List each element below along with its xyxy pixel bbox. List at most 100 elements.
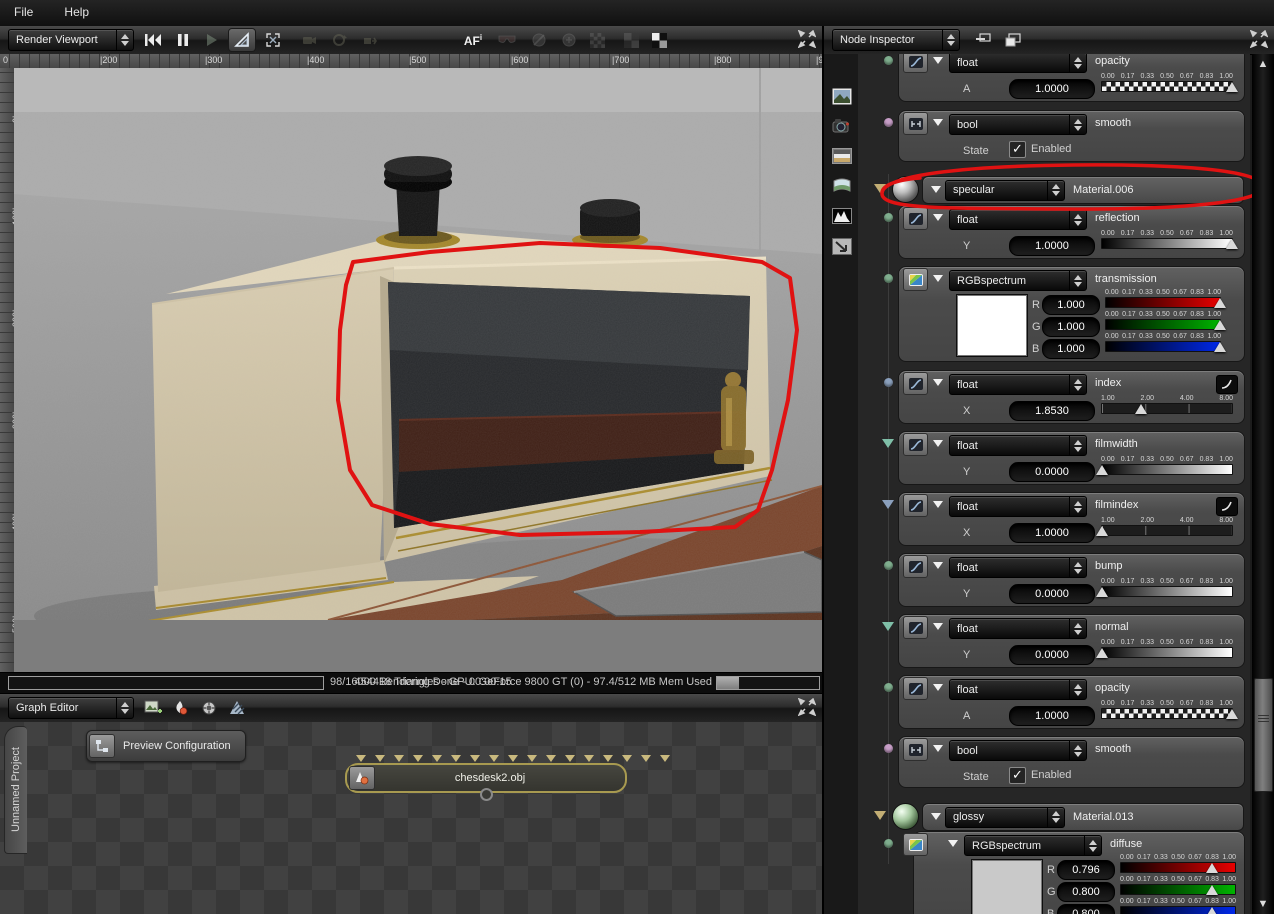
slider-handle[interactable] <box>1135 404 1147 414</box>
render-image-icon[interactable] <box>831 86 853 106</box>
collapse-arrow-icon[interactable] <box>933 214 943 221</box>
dropdown-spinner[interactable] <box>1069 271 1086 290</box>
autofocus-button[interactable]: AFi <box>460 29 486 51</box>
split-compare-icon[interactable] <box>646 29 672 51</box>
collapse-arrow-icon[interactable] <box>931 813 941 820</box>
connection-dot[interactable] <box>884 683 893 692</box>
slider-bar[interactable] <box>1105 297 1226 308</box>
collapse-triangle[interactable] <box>882 500 894 509</box>
focus-pick-icon[interactable] <box>526 29 552 51</box>
slider-bar[interactable] <box>1101 81 1238 92</box>
render-viewport-canvas[interactable] <box>14 68 822 672</box>
connection-dot[interactable] <box>884 56 893 65</box>
camera-move-icon[interactable] <box>296 29 322 51</box>
collapse-windows-icon[interactable] <box>970 29 996 51</box>
camera-rotate-icon[interactable] <box>326 29 352 51</box>
connection-dot[interactable] <box>884 839 893 848</box>
collapse-arrow-icon[interactable] <box>933 745 943 752</box>
node-input-pin[interactable] <box>622 755 632 762</box>
collapse-arrow-icon[interactable] <box>933 119 943 126</box>
type-dropdown[interactable]: RGBspectrum <box>949 270 1087 291</box>
connection-dot[interactable] <box>884 378 893 387</box>
value-slider[interactable]: 0.00 0.17 0.33 0.50 0.67 0.83 1.00 <box>1101 73 1238 95</box>
value-field[interactable]: 0.0000 <box>1009 462 1095 482</box>
slider-bar[interactable] <box>1096 464 1233 475</box>
slider-handle[interactable] <box>1226 709 1238 719</box>
node-input-pin[interactable] <box>470 755 480 762</box>
node-input-pin[interactable] <box>641 755 651 762</box>
connection-dot[interactable] <box>884 213 893 222</box>
value-field[interactable]: 0.0000 <box>1009 584 1095 604</box>
slider-bar[interactable] <box>1101 403 1233 414</box>
value-field[interactable]: 1.0000 <box>1009 79 1095 99</box>
dropdown-spinner[interactable] <box>1069 436 1086 455</box>
set-square-icon[interactable] <box>229 29 255 51</box>
graph-editor-canvas[interactable]: Unnamed Project Preview Configuration ch… <box>0 722 822 914</box>
slider-handle[interactable] <box>1096 587 1108 597</box>
bool-chip-icon[interactable] <box>903 738 928 761</box>
type-dropdown[interactable]: float <box>949 496 1087 517</box>
node-input-pin[interactable] <box>565 755 575 762</box>
node-input-pin[interactable] <box>394 755 404 762</box>
slider-bar[interactable] <box>1120 906 1236 914</box>
collapse-arrow-icon[interactable] <box>931 186 941 193</box>
play-icon[interactable] <box>198 29 224 51</box>
panel-selector-dropdown[interactable]: Render Viewport <box>8 29 134 51</box>
value-field[interactable]: 1.000 <box>1042 339 1100 359</box>
curve-chip-icon[interactable] <box>903 207 928 230</box>
value-field[interactable]: 0.796 <box>1057 860 1115 880</box>
slider-handle[interactable] <box>1096 526 1108 536</box>
panel-selector-dropdown[interactable]: Graph Editor <box>8 697 134 719</box>
enabled-checkbox[interactable]: ✓ <box>1009 141 1026 158</box>
value-slider[interactable]: 0.00 0.17 0.33 0.50 0.67 0.83 1.00 <box>1096 639 1233 661</box>
camera-icon[interactable] <box>831 116 853 136</box>
connection-dot[interactable] <box>884 118 893 127</box>
value-slider[interactable]: 0.00 0.17 0.33 0.50 0.67 0.83 1.00 <box>1101 700 1238 722</box>
dropdown-spinner[interactable] <box>1069 680 1086 699</box>
dropdown-spinner[interactable] <box>1069 115 1086 134</box>
fullscreen-icon[interactable] <box>798 698 818 718</box>
dropdown-spinner[interactable] <box>1069 558 1086 577</box>
dropdown-spinner[interactable] <box>942 30 959 50</box>
dropdown-spinner[interactable] <box>1069 375 1086 394</box>
collapse-triangle[interactable] <box>882 622 894 631</box>
curve-chip-icon[interactable] <box>903 372 928 395</box>
type-dropdown[interactable]: glossy <box>945 806 1065 828</box>
scroll-up-arrow[interactable]: ▲ <box>1252 56 1274 72</box>
bool-chip-icon[interactable] <box>903 112 928 135</box>
collapse-arrow-icon[interactable] <box>933 501 943 508</box>
slider-handle[interactable] <box>1206 885 1219 895</box>
glossy-material-ball-icon[interactable] <box>892 803 919 830</box>
histogram-icon[interactable] <box>831 206 853 226</box>
value-slider[interactable]: 0.00 0.17 0.33 0.50 0.67 0.83 1.00 <box>1105 289 1226 311</box>
dropdown-spinner[interactable] <box>1069 54 1086 72</box>
curve-chip-icon[interactable] <box>903 555 928 578</box>
node-input-pin[interactable] <box>527 755 537 762</box>
panel-selector-dropdown[interactable]: Node Inspector <box>832 29 960 51</box>
color-swatch[interactable] <box>971 859 1043 914</box>
specular-material-ball-icon[interactable] <box>892 176 919 203</box>
slider-bar[interactable] <box>1120 884 1236 895</box>
slider-handle[interactable] <box>1206 907 1219 914</box>
dropdown-spinner[interactable] <box>1047 180 1064 200</box>
inspector-scrollbar[interactable]: ▲ ▼ <box>1252 54 1274 914</box>
menu-file[interactable]: File <box>0 0 47 24</box>
value-field[interactable]: 1.000 <box>1042 295 1100 315</box>
type-dropdown[interactable]: float <box>949 557 1087 578</box>
slider-bar[interactable] <box>1096 586 1233 597</box>
curve-chip-icon[interactable] <box>903 616 928 639</box>
value-slider[interactable]: 1.00 2.00 4.00 8.00 <box>1101 395 1233 417</box>
connection-dot[interactable] <box>884 744 893 753</box>
slider-handle[interactable] <box>1096 648 1108 658</box>
project-tab[interactable]: Unnamed Project <box>4 726 27 854</box>
value-slider[interactable]: 0.00 0.17 0.33 0.50 0.67 0.83 1.00 <box>1105 333 1226 355</box>
value-field[interactable]: 1.0000 <box>1009 236 1095 256</box>
checker-large-icon[interactable] <box>618 29 644 51</box>
curve-chip-icon[interactable] <box>903 433 928 456</box>
collapse-arrow-icon[interactable] <box>948 840 958 847</box>
value-slider[interactable]: 0.00 0.17 0.33 0.50 0.67 0.83 1.00 <box>1105 311 1226 333</box>
fit-view-icon[interactable] <box>260 29 286 51</box>
slider-handle[interactable] <box>1214 298 1226 308</box>
node-input-pin[interactable] <box>356 755 366 762</box>
collapse-triangle[interactable] <box>874 184 886 193</box>
